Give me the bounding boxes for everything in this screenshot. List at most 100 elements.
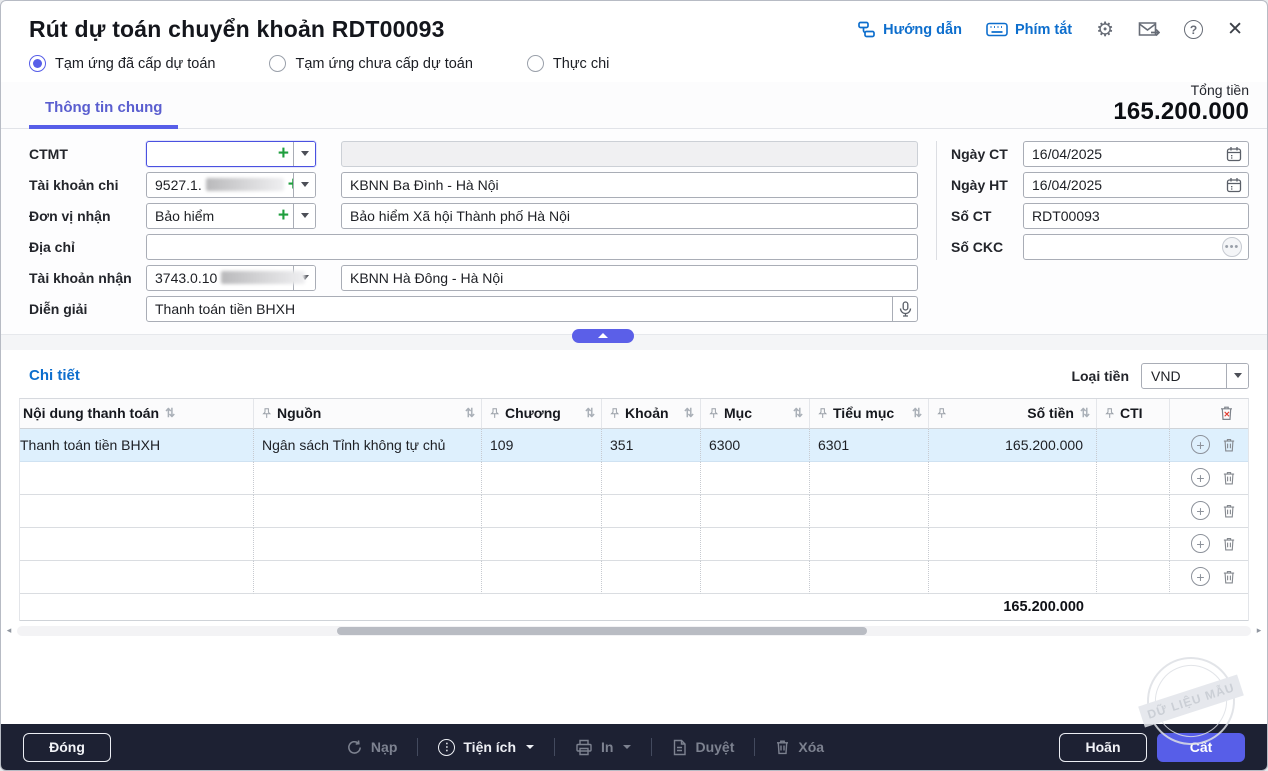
add-row-icon[interactable]: + [1191,501,1210,520]
so-ct-field[interactable] [1032,208,1242,224]
shortcut-link[interactable]: Phím tắt [986,22,1072,38]
pin-icon[interactable] [1105,408,1114,419]
col-noi-dung[interactable]: Nội dung thanh toán ⇅ [20,399,254,429]
utilities-icon: ⋮ [438,739,455,756]
col-nguon[interactable]: Nguồn ⇅ [254,399,482,429]
radio-tam-ung-da-cap[interactable]: Tạm ứng đã cấp dự toán [29,55,215,72]
save-button[interactable]: Cất [1157,733,1245,762]
pin-icon[interactable] [937,408,946,419]
ngay-ct-field[interactable] [1032,146,1226,162]
radio-thuc-chi[interactable]: Thực chi [527,55,609,72]
utilities-label: Tiện ích [463,739,516,755]
sort-icon[interactable]: ⇅ [465,406,475,420]
sort-icon[interactable]: ⇅ [165,406,175,420]
col-khoan[interactable]: Khoản ⇅ [602,399,701,429]
add-row-icon[interactable]: + [1191,468,1210,487]
scrollbar-track[interactable] [17,626,1251,636]
pin-icon[interactable] [709,408,718,419]
mail-send-icon[interactable] [1138,21,1160,38]
ctmt-combo[interactable]: + [146,141,316,167]
tai-khoan-chi-description-field[interactable] [341,172,918,198]
voucher-type-group: Tạm ứng đã cấp dự toán Tạm ứng chưa cấp … [1,43,1267,82]
so-ckc-input-wrap[interactable]: ••• [1023,234,1249,260]
close-button[interactable]: Đóng [23,733,111,762]
delete-row-icon[interactable] [1222,470,1236,486]
add-row-icon[interactable]: + [1191,534,1210,553]
collapse-form-button[interactable] [572,329,634,343]
postpone-button[interactable]: Hoãn [1059,733,1147,762]
col-tieu-muc[interactable]: Tiểu mục ⇅ [810,399,929,429]
ngay-ht-field[interactable] [1032,177,1226,193]
ctmt-dropdown-button[interactable] [293,142,315,166]
add-row-icon[interactable]: + [1191,435,1210,454]
scroll-right-arrow[interactable]: ▸ [1253,625,1265,637]
delete-row-icon[interactable] [1222,569,1236,585]
tai-khoan-chi-combo[interactable]: 9527.1. + [146,172,316,198]
column-label: Nguồn [277,405,459,421]
add-ctmt-icon[interactable]: + [278,144,289,163]
dien-giai-field[interactable] [146,296,893,322]
form-row-tai-khoan-nhan: Tài khoản nhận 3743.0.10 [29,265,918,291]
sort-icon[interactable]: ⇅ [793,406,803,420]
delete-row-icon[interactable] [1222,437,1236,453]
ngay-ct-datepicker[interactable] [1023,141,1249,167]
ngay-ht-label: Ngày HT [951,177,1023,193]
delete-row-icon[interactable] [1222,503,1236,519]
calendar-icon[interactable] [1226,177,1242,193]
table-empty-row[interactable]: + [20,528,1248,561]
close-icon[interactable]: ✕ [1227,18,1243,41]
so-ckc-field[interactable] [1032,239,1222,255]
tabbar: Thông tin chung Tổng tiền 165.200.000 [1,82,1267,129]
table-empty-row[interactable]: + [20,495,1248,528]
pin-icon[interactable] [818,408,827,419]
tai-khoan-nhan-combo[interactable]: 3743.0.10 [146,265,316,291]
col-muc[interactable]: Mục ⇅ [701,399,810,429]
table-empty-row[interactable]: + [20,462,1248,495]
so-ct-input-wrap[interactable] [1023,203,1249,229]
tab-thong-tin-chung[interactable]: Thông tin chung [29,91,178,129]
tai-khoan-nhan-description-field[interactable] [341,265,918,291]
don-vi-nhan-description-field[interactable] [341,203,918,229]
calendar-icon[interactable] [1226,146,1242,162]
add-row-icon[interactable]: + [1191,567,1210,586]
add-don-vi-nhan-icon[interactable]: + [278,206,289,225]
form-row-ngay-ct: Ngày CT [951,141,1249,167]
col-ctmt[interactable]: CTI [1097,399,1170,429]
table-empty-row[interactable]: + [20,561,1248,594]
col-chuong[interactable]: Chương ⇅ [482,399,602,429]
delete-row-icon[interactable] [1222,536,1236,552]
scrollbar-thumb[interactable] [337,627,867,635]
pin-icon[interactable] [610,408,619,419]
radio-tam-ung-chua-cap[interactable]: Tạm ứng chưa cấp dự toán [269,55,472,72]
approve-button[interactable]: Duyệt [652,739,754,756]
lookup-ellipsis-icon[interactable]: ••• [1222,237,1242,257]
sort-icon[interactable]: ⇅ [585,406,595,420]
gear-icon[interactable]: ⚙ [1096,20,1114,40]
sort-icon[interactable]: ⇅ [684,406,694,420]
microphone-button[interactable] [892,296,918,322]
sort-icon[interactable]: ⇅ [912,406,922,420]
currency-select[interactable]: VND [1141,363,1249,389]
don-vi-nhan-dropdown-button[interactable] [293,204,315,228]
pin-icon[interactable] [262,408,271,419]
tai-khoan-chi-dropdown-button[interactable] [293,173,315,197]
guide-link[interactable]: Hướng dẫn [857,20,962,39]
col-so-tien[interactable]: Số tiền ⇅ [929,399,1097,429]
ngay-ht-datepicker[interactable] [1023,172,1249,198]
scroll-left-arrow[interactable]: ◂ [3,625,15,637]
don-vi-nhan-combo[interactable]: Bảo hiểm + [146,203,316,229]
currency-dropdown-button[interactable] [1226,364,1248,388]
horizontal-scrollbar: ◂ ▸ [3,623,1265,639]
utilities-button[interactable]: ⋮ Tiện ích [418,739,554,756]
table-row[interactable]: Thanh toán tiền BHXH Ngân sách Tỉnh khôn… [20,429,1248,462]
help-icon[interactable]: ? [1184,20,1203,39]
sort-icon[interactable]: ⇅ [1080,406,1090,420]
cell-nguon: Ngân sách Tỉnh không tự chủ [262,437,445,453]
print-button[interactable]: In [555,739,651,756]
reload-button[interactable]: Nạp [326,739,417,756]
dia-chi-field[interactable] [146,234,918,260]
delete-button[interactable]: Xóa [755,739,844,755]
pin-icon[interactable] [490,408,499,419]
form-row-tai-khoan-chi: Tài khoản chi 9527.1. + [29,172,918,198]
delete-all-rows-icon[interactable]: ✕ [1219,405,1234,421]
